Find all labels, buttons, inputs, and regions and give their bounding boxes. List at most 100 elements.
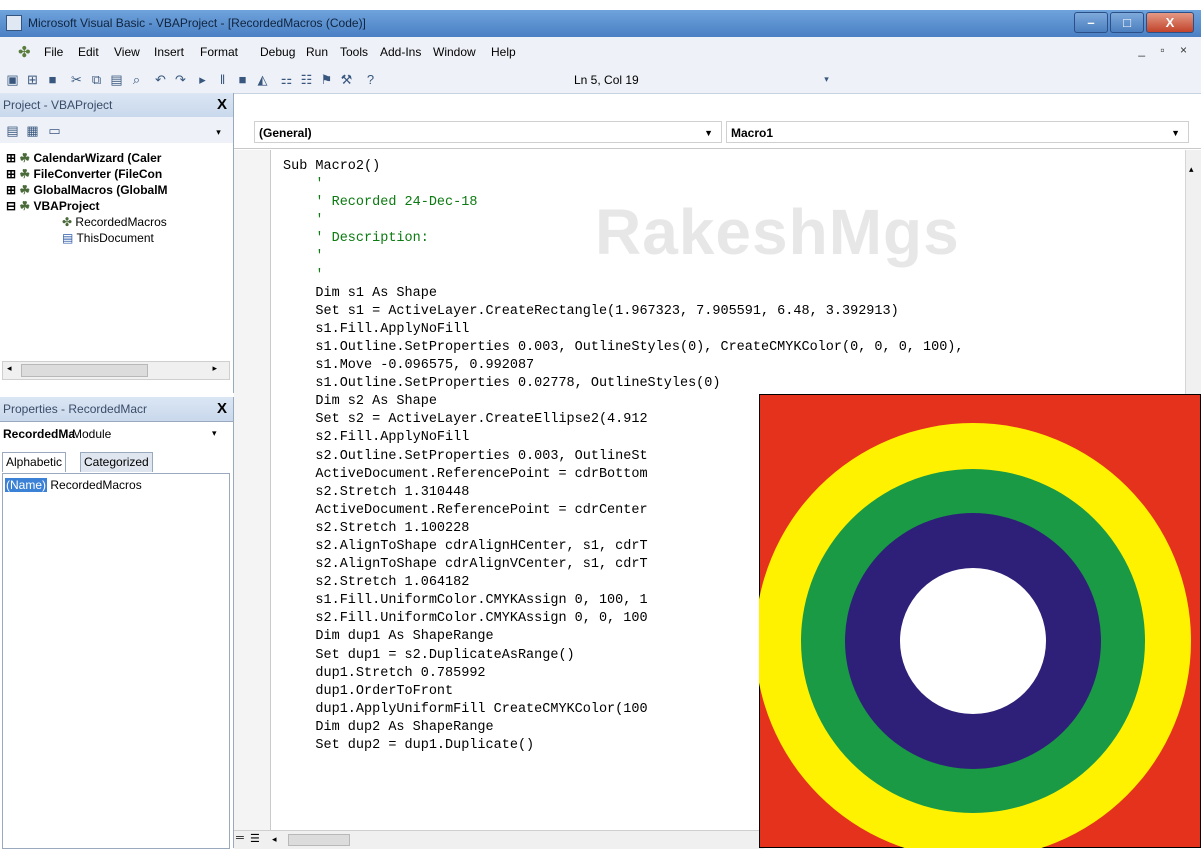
property-row[interactable]: (Name) RecordedMacros <box>5 478 142 494</box>
run-icon[interactable]: ▸ <box>194 71 211 88</box>
tree-item-recordedmacros[interactable]: ✤ RecordedMacros <box>62 215 167 229</box>
toggle-folders-icon[interactable]: ▭ <box>46 122 63 139</box>
view-word-icon[interactable]: ▣ <box>4 71 21 88</box>
code-line[interactable]: s1.Move -0.096575, 0.992087 <box>283 357 964 375</box>
menu-edit[interactable]: Edit <box>78 45 99 59</box>
project-icon: ☘ <box>19 199 31 213</box>
scroll-thumb[interactable] <box>21 364 148 377</box>
watermark: RakeshMgs <box>595 196 960 268</box>
full-module-view-icon[interactable]: ☰ <box>250 832 260 845</box>
menu-insert[interactable]: Insert <box>154 45 184 59</box>
menu-format[interactable]: Format <box>200 45 238 59</box>
code-comment-line[interactable]: ' <box>283 176 964 194</box>
project-explorer: Project - VBAProject X ▤ ▦ ▭ ▾ ⊞ ☘ Calen… <box>0 93 234 393</box>
code-line[interactable]: Sub Macro2() <box>283 158 964 176</box>
code-line[interactable]: Set s1 = ActiveLayer.CreateRectangle(1.9… <box>283 303 964 321</box>
tab-categorized[interactable]: Categorized <box>80 452 153 472</box>
paste-icon[interactable]: ▤ <box>108 71 125 88</box>
menu-bar: ✤ File Edit View Insert Format Debug Run… <box>0 37 1201 67</box>
design-mode-icon[interactable]: ◭ <box>254 71 271 88</box>
view-code-icon[interactable]: ▤ <box>4 122 21 139</box>
copy-icon[interactable]: ⧉ <box>88 71 105 88</box>
expand-icon[interactable]: ⊞ <box>6 151 16 165</box>
code-comment-line[interactable]: ' <box>283 267 964 285</box>
center-circle <box>900 568 1046 714</box>
scroll-right-icon[interactable]: ▸ <box>212 363 217 374</box>
object-combo-dropdown-icon[interactable]: ▼ <box>704 122 713 144</box>
object-combo[interactable]: (General) ▼ <box>254 121 722 143</box>
project-explorer-header: Project - VBAProject X <box>0 93 233 118</box>
properties-tabs: Alphabetic Categorized <box>0 450 232 472</box>
menu-tools[interactable]: Tools <box>340 45 368 59</box>
property-value: RecordedMacros <box>50 478 142 492</box>
project-explorer-toolbar: ▤ ▦ ▭ ▾ <box>0 117 233 143</box>
project-explorer-icon[interactable]: ⚏ <box>278 71 295 88</box>
target-artwork <box>759 394 1201 848</box>
scroll-left-icon[interactable]: ◂ <box>272 834 277 845</box>
code-line[interactable]: Dim s1 As Shape <box>283 285 964 303</box>
menu-help[interactable]: Help <box>491 45 516 59</box>
menu-add-ins[interactable]: Add-Ins <box>380 45 421 59</box>
menu-debug[interactable]: Debug <box>260 45 295 59</box>
project-explorer-close-button[interactable]: X <box>217 96 227 113</box>
project-toolbar-dropdown-icon[interactable]: ▾ <box>210 124 227 141</box>
maximize-button[interactable]: □ <box>1110 12 1144 33</box>
undo-icon[interactable]: ↶ <box>152 71 169 88</box>
object-browser-icon[interactable]: ⚑ <box>318 71 335 88</box>
code-line[interactable]: s1.Outline.SetProperties 0.003, OutlineS… <box>283 339 963 357</box>
reset-icon[interactable]: ■ <box>234 71 251 88</box>
menu-view[interactable]: View <box>114 45 140 59</box>
code-margin[interactable] <box>234 150 271 830</box>
tree-item-fileconverter[interactable]: ⊞ ☘ FileConverter (FileCon <box>6 167 162 181</box>
standard-toolbar: ▣ ⊞ ■ ✂ ⧉ ▤ ⌕ ↶ ↷ ▸ ‖ ■ ◭ ⚏ ☷ ⚑ ⚒ ? Ln 5… <box>0 67 1201 94</box>
redo-icon[interactable]: ↷ <box>172 71 189 88</box>
code-line[interactable]: s1.Fill.ApplyNoFill <box>283 321 964 339</box>
properties-window: Properties - RecordedMacr X RecordedMa M… <box>0 397 234 849</box>
expand-icon[interactable]: ⊞ <box>6 167 16 181</box>
procedure-combo-dropdown-icon[interactable]: ▼ <box>1171 122 1180 144</box>
tree-item-thisdocument[interactable]: ▤ ThisDocument <box>62 231 154 245</box>
object-dropdown-icon[interactable]: ▾ <box>212 428 217 439</box>
break-icon[interactable]: ‖ <box>214 71 231 88</box>
code-horizontal-scrollbar[interactable]: ═ ☰ ◂ <box>234 830 764 849</box>
help-icon[interactable]: ? <box>362 71 379 88</box>
window-title: Microsoft Visual Basic - VBAProject - [R… <box>28 16 366 30</box>
menu-window[interactable]: Window <box>433 45 476 59</box>
save-icon[interactable]: ■ <box>44 71 61 88</box>
vba-menu-icon[interactable]: ✤ <box>18 43 36 61</box>
scroll-left-icon[interactable]: ◂ <box>7 363 12 374</box>
tree-item-globalmacros[interactable]: ⊞ ☘ GlobalMacros (GlobalM <box>6 183 168 197</box>
find-icon[interactable]: ⌕ <box>128 71 145 88</box>
project-icon: ☘ <box>19 167 31 181</box>
scroll-up-icon[interactable]: ▴ <box>1189 164 1194 175</box>
code-line[interactable]: s1.Outline.SetProperties 0.02778, Outlin… <box>283 375 964 393</box>
properties-object-selector[interactable]: RecordedMa Module ▾ <box>0 422 232 444</box>
object-name: RecordedMa <box>3 427 76 441</box>
tab-alphabetic[interactable]: Alphabetic <box>2 452 67 472</box>
properties-grid: (Name) RecordedMacros <box>2 473 230 849</box>
properties-header: Properties - RecordedMacr X <box>0 397 233 422</box>
minimize-button[interactable]: – <box>1074 12 1108 33</box>
procedure-combo[interactable]: Macro1 ▼ <box>726 121 1189 143</box>
expand-icon[interactable]: ⊞ <box>6 183 16 197</box>
tree-item-vbaproject[interactable]: ⊟ ☘ VBAProject <box>6 199 100 213</box>
collapse-icon[interactable]: ⊟ <box>6 199 16 213</box>
menu-file[interactable]: File <box>44 45 63 59</box>
toolbox-icon[interactable]: ⚒ <box>338 71 355 88</box>
document-icon: ▤ <box>62 231 74 245</box>
vba-app-icon <box>6 15 22 31</box>
menu-run[interactable]: Run <box>306 45 328 59</box>
properties-close-button[interactable]: X <box>217 400 227 417</box>
project-horizontal-scrollbar[interactable]: ◂ ▸ <box>2 361 230 380</box>
tree-item-calendarwizard[interactable]: ⊞ ☘ CalendarWizard (Caler <box>6 151 161 165</box>
insert-module-icon[interactable]: ⊞ <box>24 71 41 88</box>
cursor-position: Ln 5, Col 19 <box>574 73 639 87</box>
procedure-view-icon[interactable]: ═ <box>236 832 244 844</box>
scroll-thumb[interactable] <box>288 834 350 846</box>
mdi-window-controls[interactable]: _ ▫ × <box>1138 43 1193 57</box>
toolbar-options-icon[interactable]: ▾ <box>818 71 835 88</box>
close-button[interactable]: X <box>1146 12 1194 33</box>
view-object-icon[interactable]: ▦ <box>24 122 41 139</box>
properties-window-icon[interactable]: ☷ <box>298 71 315 88</box>
cut-icon[interactable]: ✂ <box>68 71 85 88</box>
